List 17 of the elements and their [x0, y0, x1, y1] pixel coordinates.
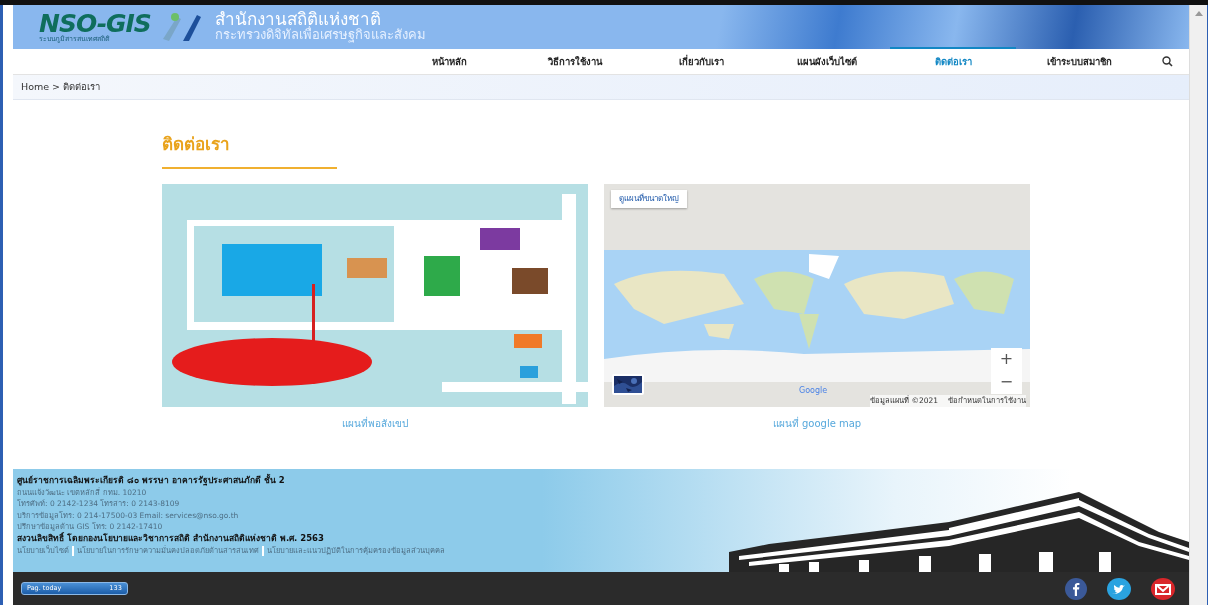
map-caption: แผนที่ google map — [772, 415, 862, 431]
breadcrumb: Home > ติดต่อเรา — [21, 79, 101, 94]
logo-mark-icon — [160, 11, 201, 43]
scrollbar[interactable] — [1189, 5, 1207, 605]
nav-tab[interactable]: แผนผังเว็บไซต์ — [764, 47, 890, 76]
page-heading: ติดต่อเรา — [162, 132, 337, 169]
nav-tab[interactable]: หน้าหลัก — [386, 47, 512, 76]
mail-icon[interactable] — [1151, 577, 1175, 600]
facebook-icon[interactable] — [1065, 577, 1087, 600]
nav-tab[interactable]: เกี่ยวกับเรา — [638, 47, 764, 76]
twitter-icon[interactable] — [1107, 577, 1131, 600]
map-caption: แผนที่พอสังเขป — [342, 415, 408, 431]
footer-text: สงวนลิขสิทธิ์ โดยกองนโยบายและวิชาการสถิติ สำนักงานสถิติแห่งชาติ พ.ศ. 2563 — [17, 532, 325, 545]
search-icon[interactable] — [1162, 56, 1173, 67]
nav-tab[interactable]: เข้าระบบสมาชิก — [1016, 47, 1142, 76]
footer-text: ศูนย์ราชการเฉลิมพระเกียรติ ๘๐ พรรษา อาคารรัฐประศาสนภักดี ชั้น 2 — [17, 475, 286, 487]
nav-tab[interactable]: วิธีการใช้งาน — [512, 47, 638, 76]
